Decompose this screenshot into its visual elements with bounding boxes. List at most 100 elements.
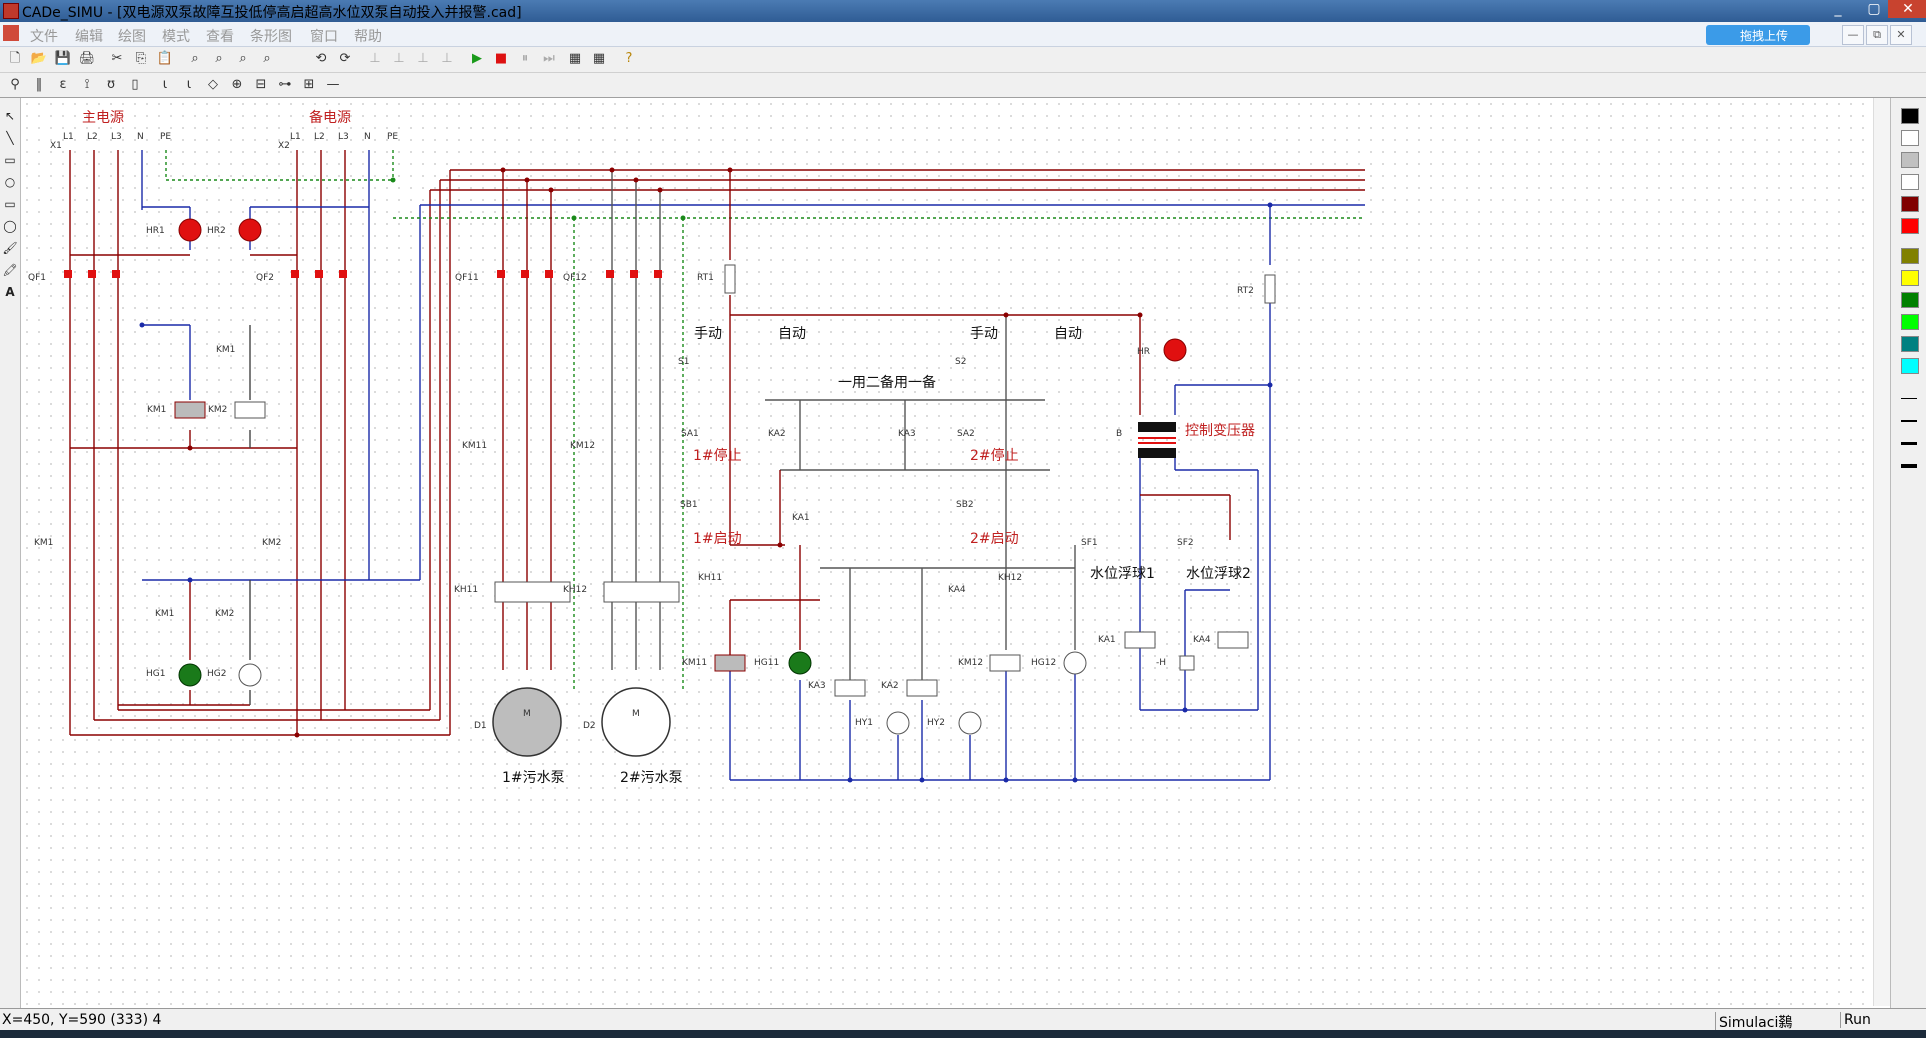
contact-nc-icon[interactable]: ɩ	[180, 76, 198, 94]
swatch-green[interactable]	[1901, 292, 1919, 308]
svg-text:QF2: QF2	[256, 273, 274, 283]
relay-icon[interactable]: ʊ	[102, 76, 120, 94]
run-simulation-icon[interactable]: ▶	[468, 50, 486, 68]
fill-tool-icon[interactable]: 🖌	[2, 240, 18, 256]
float2-label: 水位浮球2	[1186, 566, 1251, 582]
menu-mode[interactable]: 模式	[162, 26, 190, 46]
swatch-cyan[interactable]	[1901, 358, 1919, 374]
menu-file[interactable]: 文件	[30, 26, 58, 46]
copy-icon[interactable]: ⎘	[132, 50, 150, 68]
line-width-3[interactable]	[1901, 442, 1917, 445]
supply-icon[interactable]: ⚲	[6, 76, 24, 94]
fuse-icon[interactable]: ‖	[30, 76, 48, 94]
color-palette	[1890, 98, 1926, 1008]
manual2-label: 手动	[970, 326, 998, 342]
svg-text:KM1: KM1	[155, 609, 174, 619]
align-icon[interactable]: ⊥	[414, 50, 432, 68]
swatch-maroon[interactable]	[1901, 196, 1919, 212]
svg-text:SB2: SB2	[956, 500, 974, 510]
zoom-out-icon[interactable]: ⌕	[210, 50, 228, 68]
minimize-button[interactable]: _	[1818, 0, 1858, 18]
zoom-window-icon[interactable]: ⌕	[234, 50, 252, 68]
grid-icon[interactable]: ▦	[590, 50, 608, 68]
menu-edit[interactable]: 编辑	[75, 26, 103, 46]
node-icon[interactable]: ◇	[204, 76, 222, 94]
ellipse-tool-icon[interactable]: ○	[2, 174, 18, 190]
menu-help[interactable]: 帮助	[354, 26, 382, 46]
open-file-icon[interactable]: 📂	[30, 50, 48, 68]
coil-icon[interactable]: ▯	[126, 76, 144, 94]
swatch-lime[interactable]	[1901, 314, 1919, 330]
swatch-red[interactable]	[1901, 218, 1919, 234]
swatch-yellow[interactable]	[1901, 270, 1919, 286]
undo-icon[interactable]: ⟲	[312, 50, 330, 68]
paste-icon[interactable]: 📋	[156, 50, 174, 68]
new-file-icon[interactable]: 🗋	[6, 50, 24, 68]
line-width-1[interactable]	[1901, 398, 1917, 399]
line-tool-icon[interactable]: ╲	[2, 130, 18, 146]
window-title: CADe_SIMU - [双电源双泵故障互投低停高启超高水位双泵自动投入并报警.…	[22, 5, 522, 21]
svg-text:L3: L3	[338, 132, 349, 142]
menu-barchart[interactable]: 条形图	[250, 26, 292, 46]
print-icon[interactable]: 🖨	[78, 50, 96, 68]
breaker-icon[interactable]: ⟟	[78, 76, 96, 94]
block-icon[interactable]: ⊞	[300, 76, 318, 94]
pen-tool-icon[interactable]: 🖍	[2, 262, 18, 278]
terminal-icon[interactable]: ⊟	[252, 76, 270, 94]
zoom-in-icon[interactable]: ⌕	[186, 50, 204, 68]
contact-icon[interactable]: ɩ	[156, 76, 174, 94]
close-button[interactable]: ✕	[1888, 0, 1926, 18]
wire-icon[interactable]: —	[324, 76, 342, 94]
connector-icon[interactable]: ⊶	[276, 76, 294, 94]
filled-ellipse-tool-icon[interactable]: ◯	[2, 218, 18, 234]
menu-view[interactable]: 查看	[206, 26, 234, 46]
step-icon[interactable]: ⏭	[540, 50, 558, 68]
stop-simulation-icon[interactable]: ■	[492, 50, 510, 68]
swatch-olive[interactable]	[1901, 248, 1919, 264]
svg-text:QF1: QF1	[28, 273, 46, 283]
align-icon[interactable]: ⊥	[366, 50, 384, 68]
redo-icon[interactable]: ⟳	[336, 50, 354, 68]
motor-d2-icon	[601, 687, 671, 757]
coil-ka2-icon	[906, 679, 938, 697]
mdi-minimize-button[interactable]: —	[1842, 25, 1864, 45]
menu-window[interactable]: 窗口	[310, 26, 338, 46]
mdi-close-button[interactable]: ✕	[1890, 25, 1912, 45]
line-width-4[interactable]	[1901, 464, 1917, 468]
select-arrow-icon[interactable]: ↖	[2, 108, 18, 124]
svg-text:RT2: RT2	[1237, 286, 1254, 296]
swatch-white[interactable]	[1901, 130, 1919, 146]
document-icon	[3, 25, 19, 41]
os-taskbar	[0, 1030, 1926, 1038]
window-icon[interactable]: ▦	[566, 50, 584, 68]
text-tool-icon[interactable]: A	[2, 284, 18, 300]
switch-icon[interactable]: ɛ	[54, 76, 72, 94]
svg-text:KM1: KM1	[147, 405, 166, 415]
vertical-scrollbar[interactable]	[1873, 98, 1891, 1006]
zoom-fit-icon[interactable]: ⌕	[258, 50, 276, 68]
swatch-black[interactable]	[1901, 108, 1919, 124]
rectangle-tool-icon[interactable]: ▭	[2, 152, 18, 168]
align-icon[interactable]: ⊥	[438, 50, 456, 68]
help-icon[interactable]: ?	[620, 50, 638, 68]
svg-text:KM2: KM2	[262, 538, 281, 548]
pause-icon[interactable]: ⏸	[516, 50, 534, 68]
menu-draw[interactable]: 绘图	[118, 26, 146, 46]
svg-text:D1: D1	[474, 721, 487, 731]
save-icon[interactable]: 💾	[54, 50, 72, 68]
swatch-silver[interactable]	[1901, 152, 1919, 168]
upload-button[interactable]: 拖拽上传	[1706, 25, 1810, 45]
align-icon[interactable]: ⊥	[390, 50, 408, 68]
coil-km1-icon	[174, 401, 206, 419]
svg-text:KH11: KH11	[454, 585, 478, 595]
line-width-2[interactable]	[1901, 420, 1917, 422]
swatch-teal[interactable]	[1901, 336, 1919, 352]
junction-icon[interactable]: ⊕	[228, 76, 246, 94]
mdi-restore-button[interactable]: ⧉	[1866, 25, 1888, 45]
drawing-canvas[interactable]: 主电源 备电源 1#停止 1#启动 2#停止 2#启动 控制变压器 手动 自动 …	[21, 98, 1879, 1006]
swatch-white[interactable]	[1901, 174, 1919, 190]
filled-rect-tool-icon[interactable]: ▭	[2, 196, 18, 212]
cut-icon[interactable]: ✂	[108, 50, 126, 68]
one-use-one-spare-label: 一用二备用一备	[838, 374, 936, 391]
svg-text:N: N	[364, 132, 371, 142]
